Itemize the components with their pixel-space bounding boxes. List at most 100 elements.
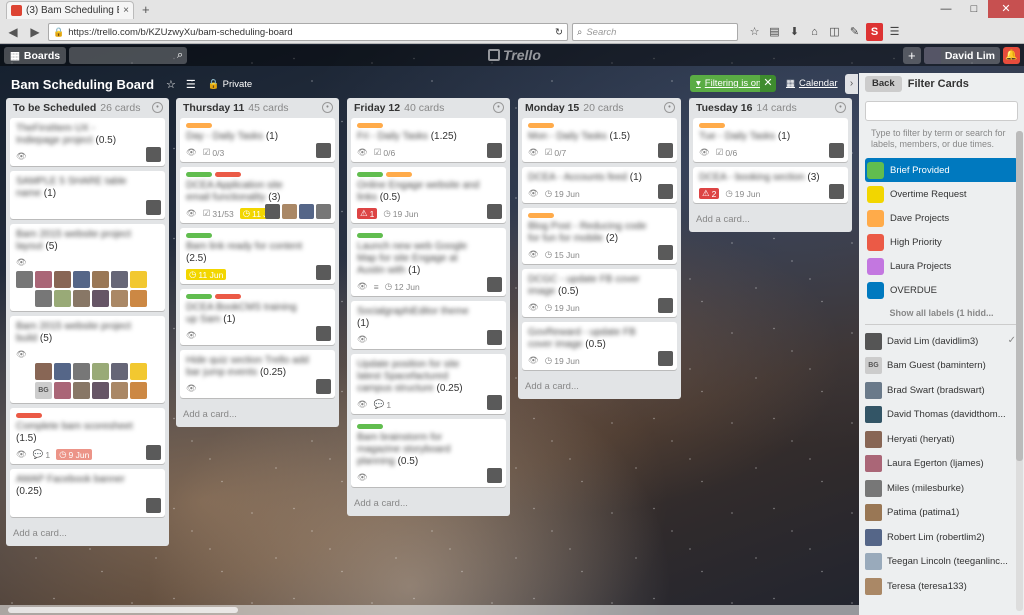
card[interactable]: AMAP Facebook banner (0.25) [10,469,165,517]
member-avatar[interactable] [73,271,90,288]
member-avatar[interactable] [130,290,147,307]
card[interactable]: Update position for site latest Spacefac… [351,354,506,414]
card[interactable]: DCEA - Accounts feed (1) 👁 ◷ 19 Jun [522,167,677,203]
member-avatar[interactable] [111,363,128,380]
member-avatar[interactable] [146,498,161,513]
member-avatar[interactable] [829,184,844,199]
add-card-link[interactable]: Add a card... [693,208,848,228]
filter-member[interactable]: David Lim (davidlim3) ✓ [865,329,1018,354]
board-search-input[interactable]: ⌕ [69,47,188,64]
card[interactable]: TheFirstItem UX - Indiepage project (0.5… [10,118,165,166]
scrollbar-thumb[interactable] [8,607,238,613]
bookmark-star-icon[interactable]: ☆ [746,23,763,41]
filter-label-overdue[interactable]: OVERDUE [865,278,1018,302]
filter-member[interactable]: David Thomas (davidthom... [865,403,1018,428]
board-title[interactable]: Bam Scheduling Board [11,77,154,92]
member-avatar[interactable] [487,143,502,158]
maximize-icon[interactable]: □ [960,0,988,18]
member-avatar[interactable] [829,143,844,158]
card[interactable]: Bam 2015 website project build (5) 👁 BG [10,316,165,403]
show-all-labels-link[interactable]: Show all labels (1 hidd... [859,308,1024,318]
member-avatar[interactable] [35,363,52,380]
filter-label-high-priority[interactable]: High Priority [865,230,1018,254]
list-header[interactable]: To be Scheduled 26 cards • [10,98,165,118]
menu-icon[interactable]: ☰ [886,23,903,41]
filter-member[interactable]: Teegan Lincoln (teeganlinc... [865,550,1018,575]
filter-status-button[interactable]: ▾ Filtering is on. [690,75,770,92]
member-avatar[interactable] [316,143,331,158]
extension-s-icon[interactable]: S [866,23,883,41]
member-avatar-bg[interactable]: BG [35,382,52,399]
member-avatar[interactable] [16,290,33,307]
member-avatar[interactable] [658,298,673,313]
list-header[interactable]: Monday 15 20 cards • [522,98,677,118]
member-avatar[interactable] [316,265,331,280]
card[interactable]: DCGC - update FB cover image (0.5) 👁 ◷ 19… [522,269,677,317]
member-avatar[interactable] [487,277,502,292]
user-menu[interactable]: David Lim [923,47,1000,64]
back-arrow-icon[interactable]: ◀ [4,23,22,41]
address-bar[interactable]: 🔒 https://trello.com/b/KZUzwyXu/bam-sche… [48,23,568,41]
member-avatar[interactable] [146,200,161,215]
card[interactable]: DCEA BookCMS training up Sam (1) 👁 [180,289,335,345]
filter-member[interactable]: Robert Lim (robertlim2) [865,525,1018,550]
card[interactable]: SocialgraphiEditor theme (1) 👁 [351,301,506,349]
card[interactable]: SAMPLE 5 SHARE table name (1) [10,171,165,219]
member-avatar[interactable] [16,271,33,288]
collapse-panel-chevron-icon[interactable]: › [845,74,858,94]
trello-logo[interactable]: Trello [488,47,541,63]
card[interactable]: Online Engage website and links (0.5) ⚠ 1… [351,167,506,223]
visibility-button[interactable]: 🔒 Private [208,79,252,90]
member-avatar[interactable] [658,184,673,199]
card[interactable]: DCEA Application site email functionalit… [180,167,335,223]
back-button[interactable]: Back [865,76,902,92]
home-icon[interactable]: ⌂ [806,23,823,41]
member-avatar[interactable] [130,363,147,380]
card[interactable]: Bam 2015 website project layout (5) 👁 [10,224,165,311]
card[interactable]: Complete bam scoresheet (1.5) 👁 💬 1 ◷ 9 Ju… [10,408,165,464]
tab-close-icon[interactable]: × [123,5,129,16]
minimize-icon[interactable]: — [932,0,960,18]
star-icon[interactable]: ☆ [166,78,176,91]
filter-member[interactable]: Teresa (teresa133) [865,574,1018,599]
scrollbar-thumb[interactable] [1016,131,1023,461]
member-avatar[interactable] [316,204,331,219]
member-avatar[interactable] [73,290,90,307]
card[interactable]: Tue - Daily Tasks (1) 👁 ☑ 0/6 [693,118,848,162]
member-avatar[interactable] [487,395,502,410]
member-avatar[interactable] [487,204,502,219]
filter-member[interactable]: Miles (milesburke) [865,476,1018,501]
filter-member[interactable]: Laura Egerton (ljames) [865,452,1018,477]
member-avatar[interactable] [658,351,673,366]
new-tab-button[interactable]: + [142,2,150,17]
add-card-link[interactable]: Add a card... [351,492,506,512]
member-avatar[interactable] [146,445,161,460]
member-avatar[interactable] [54,382,71,399]
add-button[interactable]: + [902,47,921,64]
filter-member[interactable]: Patima (patima1) [865,501,1018,526]
browser-tab[interactable]: (3) Bam Scheduling Board | ... × [6,1,134,19]
filter-input[interactable] [865,101,1018,121]
panel-scrollbar[interactable] [1016,131,1023,611]
forward-arrow-icon[interactable]: ▶ [26,23,44,41]
member-avatar[interactable] [111,271,128,288]
member-avatar[interactable] [487,468,502,483]
list-header[interactable]: Tuesday 16 14 cards • [693,98,848,118]
card[interactable]: Day - Daily Tasks (1) 👁 ☑ 0/3 [180,118,335,162]
member-avatar[interactable] [111,382,128,399]
add-card-link[interactable]: Add a card... [180,403,335,423]
card[interactable]: Mon - Daily Tasks (1.5) 👁 ☑ 0/7 [522,118,677,162]
member-avatar[interactable] [16,363,33,380]
member-avatar[interactable] [658,143,673,158]
member-avatar[interactable] [487,330,502,345]
member-avatar[interactable] [146,147,161,162]
filter-member[interactable]: Heryati (heryati) [865,427,1018,452]
filter-label-laura-projects[interactable]: Laura Projects [865,254,1018,278]
member-avatar[interactable] [299,204,314,219]
member-avatar[interactable] [282,204,297,219]
close-window-icon[interactable]: ✕ [988,0,1024,18]
notifications-bell-icon[interactable]: 🔔 [1003,47,1020,64]
card[interactable]: Blog Post - Reducing code for fun for mo… [522,208,677,264]
member-avatar[interactable] [35,271,52,288]
reading-list-icon[interactable]: ▤ [766,23,783,41]
